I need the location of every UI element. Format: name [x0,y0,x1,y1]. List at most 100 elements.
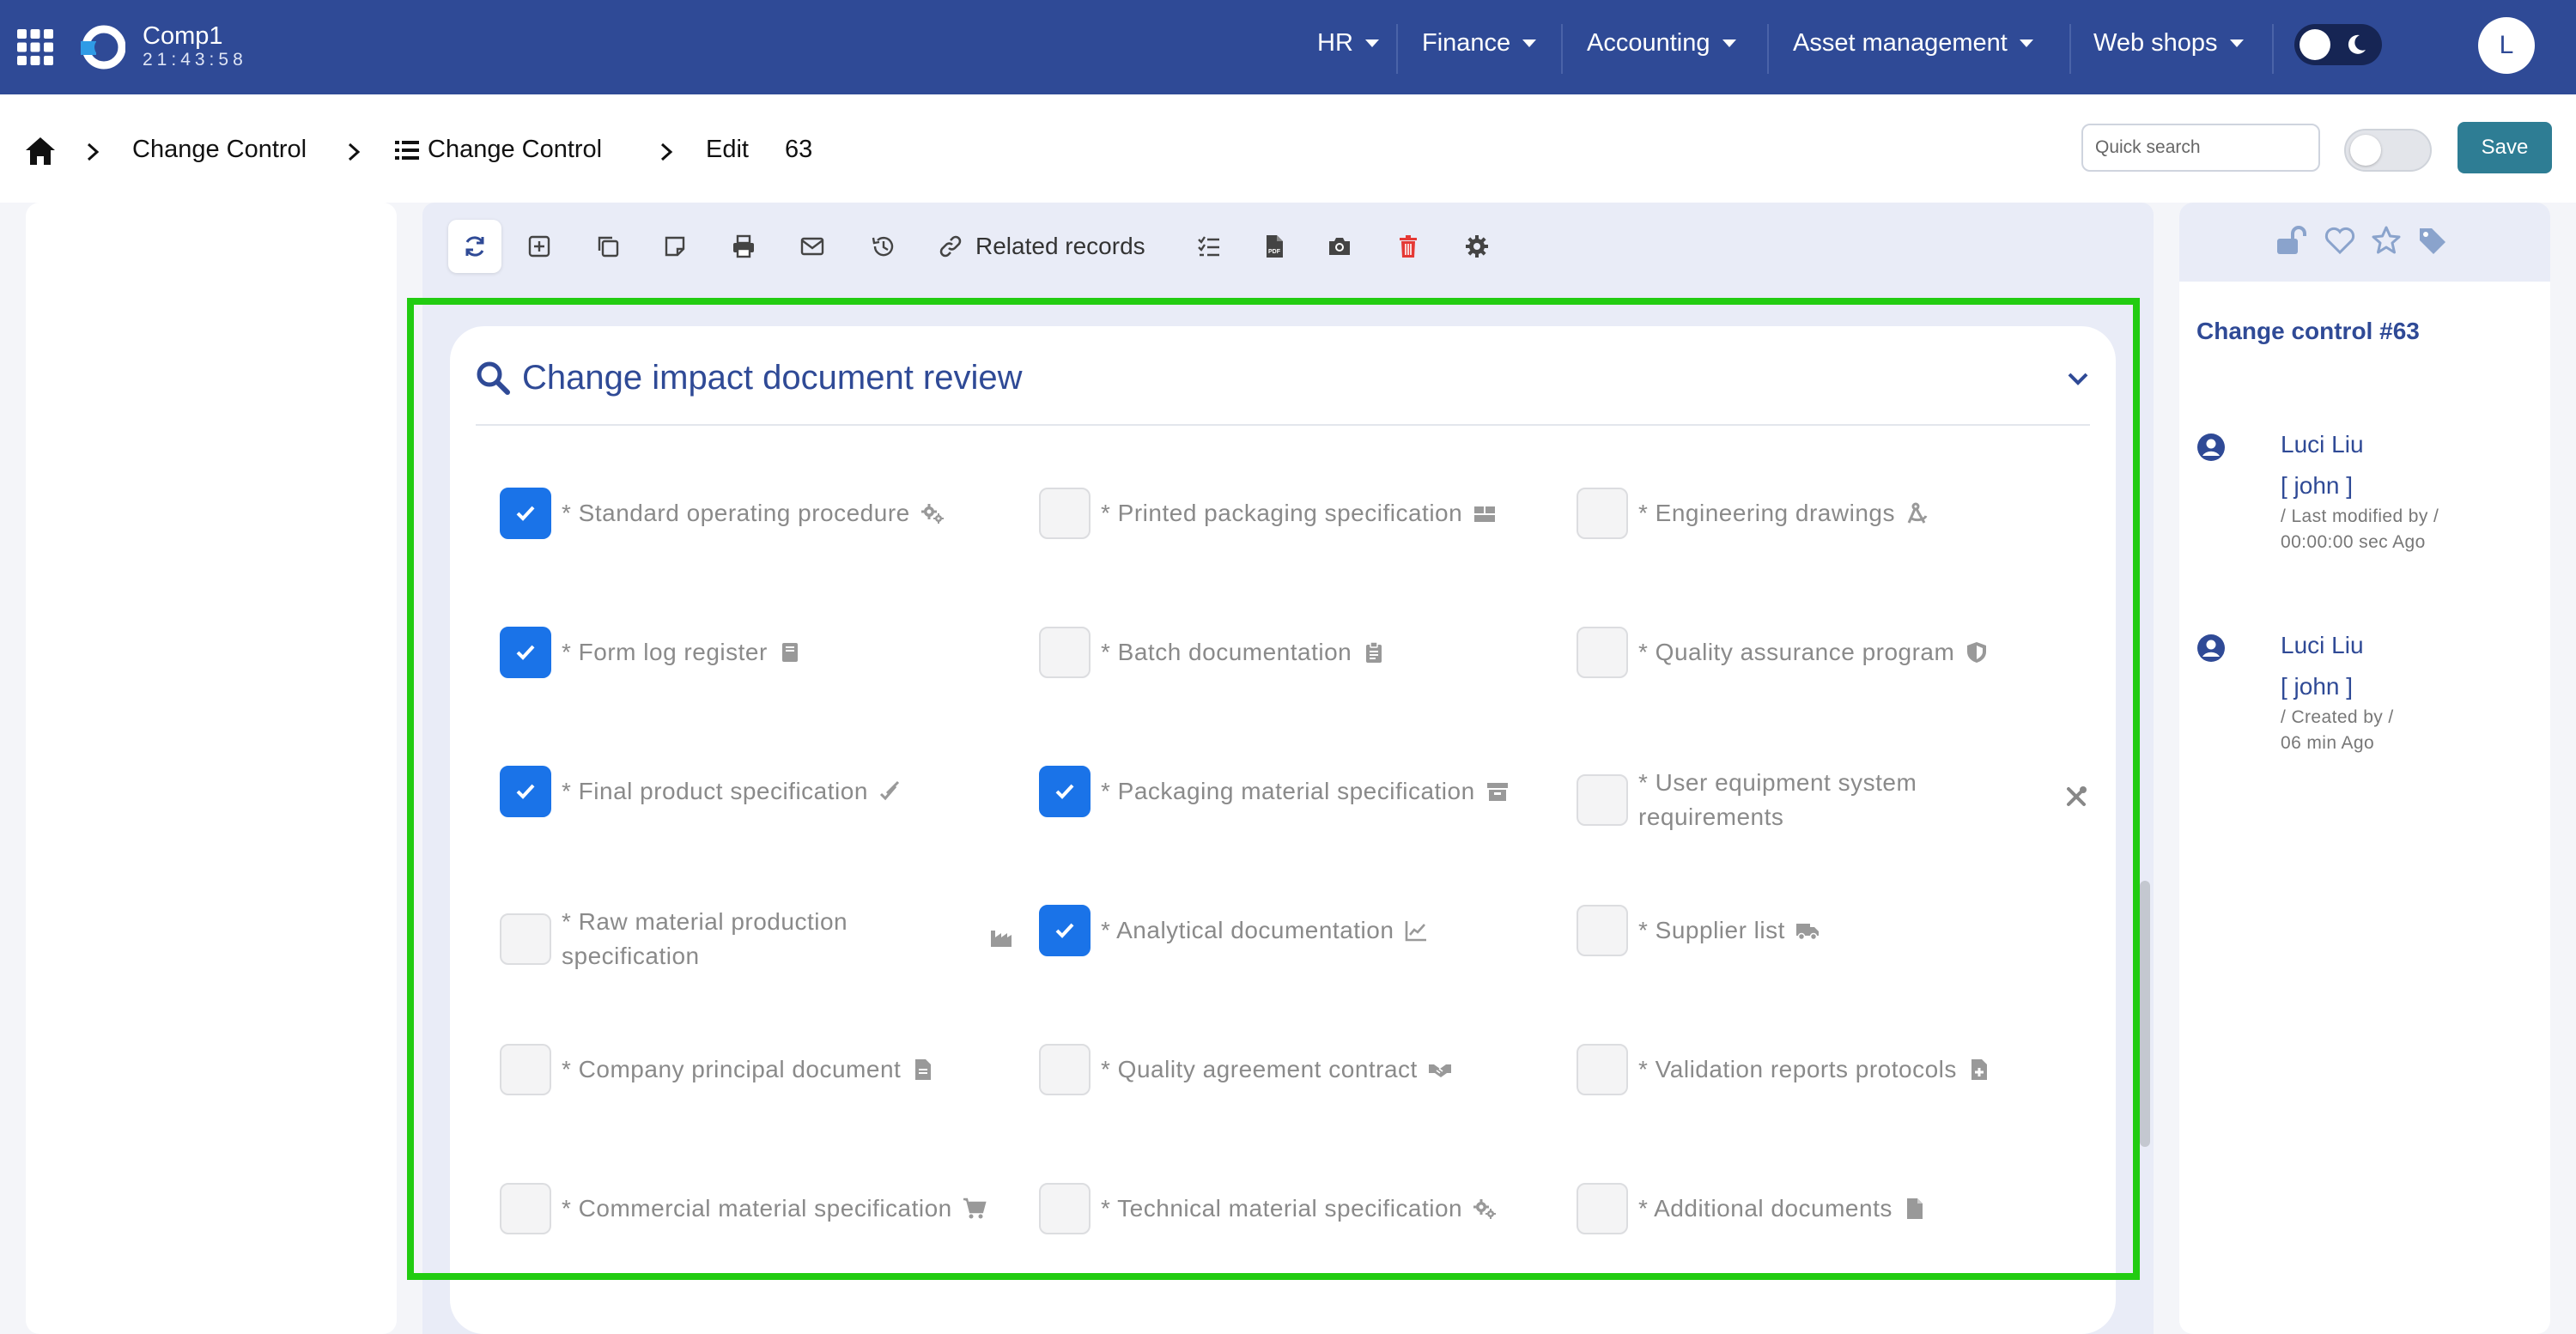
audit-user-name[interactable]: Luci Liu [2281,632,2364,659]
nav-menu-finance[interactable]: Finance [1422,26,1537,60]
nav-menu-hr[interactable]: HR [1317,26,1379,60]
checkbox-box[interactable] [1039,627,1091,678]
breadcrumb-list-link[interactable]: Change Control [428,136,602,164]
checkbox-engineering-drawings[interactable]: * Engineering drawings [1577,488,1929,539]
related-records-button[interactable]: Related records [929,220,1170,273]
add-record-button[interactable] [517,220,562,273]
cogs-icon [920,504,944,524]
checkbox-box[interactable] [1577,774,1628,826]
nav-menu-label: Finance [1422,28,1511,57]
checkbox-box[interactable] [1039,1183,1091,1234]
checkbox-box[interactable] [1577,1183,1628,1234]
audit-user-name[interactable]: Luci Liu [2281,431,2364,458]
camera-button[interactable] [1317,220,1362,273]
top-navbar: Comp1 21:43:58 HR Finance Accounting Ass… [0,0,2576,94]
section-title: Change impact document review [522,359,1023,397]
checkbox-label: * Validation reports protocols [1638,1056,1957,1082]
checkbox-batch-documentation[interactable]: * Batch documentation [1039,627,1386,678]
chevron-right-icon [660,142,673,161]
delete-button[interactable] [1386,220,1431,273]
checkbox-box[interactable] [500,766,551,817]
section-divider [476,424,2090,426]
checkbox-box[interactable] [1039,766,1091,817]
checkbox-box[interactable] [1577,1044,1628,1095]
checkbox-box[interactable] [500,1044,551,1095]
refresh-button[interactable] [448,220,501,273]
checkbox-printed-packaging-specification[interactable]: * Printed packaging specification [1039,488,1497,539]
audit-username[interactable]: [ john ] [2281,673,2353,700]
checkbox-box[interactable] [1039,1044,1091,1095]
apps-grid-icon[interactable] [17,29,53,65]
checkbox-supplier-list[interactable]: * Supplier list [1577,905,1820,956]
checkbox-commercial-material-specification[interactable]: * Commercial material specification [500,1183,987,1234]
audit-username[interactable]: [ john ] [2281,472,2353,500]
chevron-down-icon[interactable] [2066,367,2090,390]
checkbox-quality-agreement-contract[interactable]: * Quality agreement contract [1039,1044,1452,1095]
caret-down-icon [1364,39,1379,47]
archive-icon [1486,783,1508,801]
heart-icon[interactable] [2324,225,2356,256]
nav-menu-web-shops[interactable]: Web shops [2093,26,2244,60]
checkbox-label: * Printed packaging specification [1101,500,1463,526]
trash-icon [1400,235,1417,258]
caret-down-icon [2019,39,2033,47]
tag-icon[interactable] [2416,225,2449,256]
checkbox-box[interactable] [500,627,551,678]
save-button[interactable]: Save [2458,122,2552,173]
checkbox-box[interactable] [500,488,551,539]
check-icon [516,784,535,799]
check-icon [1055,923,1074,938]
check-icon [516,645,535,660]
checkbox-label: * Packaging material specification [1101,778,1475,804]
checkbox-box[interactable] [1039,905,1091,956]
unlock-icon[interactable] [2275,225,2308,256]
note-button[interactable] [653,220,697,273]
checkbox-label: * Raw material production specification [562,908,848,969]
checkbox-label: * Company principal document [562,1056,902,1082]
chevron-right-icon [87,142,100,161]
checkbox-box[interactable] [1577,488,1628,539]
user-avatar[interactable]: L [2478,17,2535,74]
home-icon[interactable] [24,136,57,167]
checkbox-box[interactable] [500,913,551,965]
checkbox-final-product-specification[interactable]: * Final product specification [500,766,902,817]
settings-button[interactable] [1455,220,1499,273]
checkbox-box[interactable] [1039,488,1091,539]
checklist-button[interactable] [1187,220,1231,273]
industry-icon [991,931,1012,947]
nav-divider [1767,24,1769,74]
checkbox-box[interactable] [500,1183,551,1234]
pdf-button[interactable]: PDF [1252,220,1297,273]
history-button[interactable] [860,220,905,273]
breadcrumb-module-link[interactable]: Change Control [132,136,307,164]
checkbox-box[interactable] [1577,627,1628,678]
print-button[interactable] [721,220,766,273]
checkbox-technical-material-specification[interactable]: * Technical material specification [1039,1183,1497,1234]
company-name[interactable]: Comp1 [143,22,223,51]
checkbox-validation-reports-protocols[interactable]: * Validation reports protocols [1577,1044,1991,1095]
checkbox-raw-material-production-specification[interactable]: * Raw material production specification [500,905,1012,973]
nav-divider [1396,24,1398,74]
star-icon[interactable] [2370,225,2403,256]
left-sidebar-panel [26,203,397,1334]
nav-menu-asset-management[interactable]: Asset management [1793,26,2033,60]
checkbox-packaging-material-specification[interactable]: * Packaging material specification [1039,766,1510,817]
view-toggle[interactable] [2344,129,2432,172]
checkbox-analytical-documentation[interactable]: * Analytical documentation [1039,905,1428,956]
drafting-compass-icon [1907,502,1928,524]
company-logo-icon[interactable] [79,24,125,70]
mail-button[interactable] [790,220,835,273]
dark-mode-toggle[interactable] [2294,24,2382,65]
checkbox-user-equipment-system-requirements[interactable]: * User equipment system requirements [1577,766,2135,834]
checkbox-standard-operating-procedure[interactable]: * Standard operating procedure [500,488,945,539]
nav-menu-accounting[interactable]: Accounting [1587,26,1736,60]
checkbox-quality-assurance-program[interactable]: * Quality assurance program [1577,627,1989,678]
checkbox-additional-documents[interactable]: * Additional documents [1577,1183,1927,1234]
checkbox-label: * User equipment system requirements [1638,769,1917,830]
checkbox-company-principal-document[interactable]: * Company principal document [500,1044,935,1095]
quick-search-input[interactable] [2081,124,2320,172]
content-scrollbar[interactable] [2140,881,2150,1147]
copy-button[interactable] [586,220,630,273]
checkbox-form-log-register[interactable]: * Form log register [500,627,802,678]
checkbox-box[interactable] [1577,905,1628,956]
